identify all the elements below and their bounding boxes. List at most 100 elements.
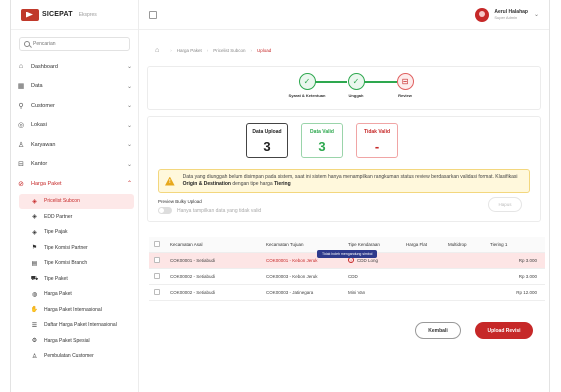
sidebar-subitem-tipe-komisi-branch[interactable]: ▤ Tipe Komisi Branch (11, 256, 138, 272)
sidebar-item-kantor[interactable]: ⊟ Kantor ⌄ (11, 155, 138, 175)
column-header[interactable]: Harga Flat (403, 237, 445, 253)
sidebar-item-label: Dashboard (31, 63, 58, 70)
list-icon: ☰ (31, 322, 38, 329)
step-label: Syarat & Ketentuan (288, 93, 326, 98)
sidebar-item-lokasi[interactable]: ◎ Lokasi ⌄ (11, 116, 138, 136)
cell-tiering: Rp 3.000 (487, 268, 545, 285)
alert-text-part: dengan tipe harga (230, 181, 275, 187)
brand-sub: Ekspres (78, 11, 97, 18)
checkbox[interactable] (154, 288, 160, 295)
sidebar-subitem-daftar-harga-paket-internasional[interactable]: ☰ Daftar Harga Paket Internasional (11, 318, 138, 334)
sidebar-subitem-label: Daftar Harga Paket Internasional (44, 322, 117, 329)
step-label: Review (398, 93, 412, 98)
table-row[interactable]: COK00002 - Setiabudi COK00003 - Jatinega… (149, 284, 545, 301)
sidebar-item-harga-paket[interactable]: ⊘ Harga Paket ⌃ (11, 174, 138, 194)
row-checkbox-cell[interactable] (149, 268, 167, 285)
sidebar-subitem-harga-paket[interactable]: ◍ Harga Paket (11, 287, 138, 303)
search-box[interactable] (19, 37, 130, 51)
price-tag-icon: ◈ (32, 214, 37, 221)
sidebar-item-customer[interactable]: ⚲ Customer ⌄ (11, 96, 138, 116)
avatar[interactable] (475, 7, 490, 22)
warning-icon (165, 177, 175, 186)
cell-asal: COK00002 - Setiabudi (167, 268, 263, 285)
price-tag-icon: ◈ (32, 229, 37, 236)
sidebar-subitem-label: Tipe Paket (44, 275, 68, 282)
users-icon: ♙ (17, 141, 25, 149)
user-menu[interactable]: Aerul Halahap Super Admin ⌄ (475, 7, 539, 22)
cell-tiering: Rp 12.000 (487, 284, 545, 301)
sidebar-subitem-label: Tipe Pajak (44, 229, 68, 236)
chevron-down-icon: ⌄ (126, 161, 132, 168)
stat-title: Data Valid (310, 129, 334, 135)
table-row[interactable]: COK00002 - Setiabudi COK00003 - Kebon Je… (149, 268, 545, 285)
office-icon: ⊟ (18, 161, 24, 169)
chevron-down-icon: ⌄ (126, 142, 132, 149)
column-header[interactable]: Tiering 1 (487, 237, 545, 253)
sidebar-subitem-tipe-komisi-partner[interactable]: ⚑ Tipe Komisi Partner (11, 240, 138, 256)
invalid-filter-toggle[interactable] (158, 207, 172, 214)
invalid-filter-toggle-row: Hanya tampilkan data yang tidak valid (158, 207, 261, 214)
sidebar-subitem-tipe-pajak[interactable]: ◈ Tipe Pajak (11, 225, 138, 241)
checkbox[interactable] (154, 240, 160, 247)
column-header[interactable]: Kecamatan Asal (167, 237, 263, 253)
gear-icon: ⚙ (31, 338, 38, 345)
select-all-checkbox[interactable] (149, 237, 167, 253)
checkbox[interactable] (154, 256, 160, 263)
topbar: Aerul Halahap Super Admin ⌄ (139, 0, 549, 30)
sidebar-subitem-label: Tipe Komisi Partner (44, 244, 88, 251)
alert-bold-tiering: Tiering (274, 181, 291, 187)
breadcrumb-current: Upload (257, 47, 272, 53)
cell-kendaraan-text: CDD Long (357, 258, 379, 263)
sidebar-item-label: Data (31, 83, 43, 90)
sidebar-subitem-pembulatan-customer[interactable]: ♙ Pembulatan Customer (11, 349, 138, 365)
user-info: Aerul Halahap Super Admin (494, 9, 528, 20)
column-header[interactable]: Multidrop (445, 237, 487, 253)
sidebar-subitem-harga-paket-spesial[interactable]: ⚙ Harga Paket Spesial (11, 333, 138, 349)
preview-title: Preview Bulky Upload (158, 199, 202, 204)
cell-kendaraan: CDD (345, 268, 403, 285)
app-window: SICEPAT Ekspres ⌂ Dashboard ⌄ ▦ Data ⌄ ⚲… (10, 0, 550, 392)
sidebar-subitem-label: Tipe Komisi Branch (44, 260, 88, 267)
price-tag-icon: ◈ (32, 198, 37, 205)
sidebar-item-label: Kantor (31, 161, 48, 168)
cell-asal: COK00001 - Setiabudi (167, 252, 263, 269)
stat-title: Tidak Valid (363, 129, 391, 135)
sidebar-subitem-harga-paket-internasional[interactable]: ✋ Harga Paket Internasional (11, 302, 138, 318)
cell-tujuan: COK00003 - Jatinegara (263, 284, 345, 301)
home-icon[interactable]: ⌂ (155, 47, 159, 54)
coin-icon: ◍ (31, 291, 38, 298)
cell-asal: COK00002 - Setiabudi (167, 284, 263, 301)
upload-revision-button[interactable]: Upload Revisi (475, 322, 533, 339)
chevron-down-icon[interactable]: ⌄ (534, 11, 539, 18)
truck-icon: ⛟ (30, 275, 39, 282)
search-input[interactable] (33, 41, 123, 47)
back-button[interactable]: Kembali (415, 322, 461, 339)
breadcrumb-item[interactable]: Pricelist Subcon (213, 48, 245, 53)
alert-text-part: Data yang diunggah belum disimpan pada s… (182, 174, 518, 180)
sidebar-subitem-tipe-paket[interactable]: ⛟ Tipe Paket (11, 271, 138, 287)
sidebar-subitem-label: Harga Paket Internasional (44, 306, 102, 313)
cell-multidrop (445, 284, 487, 301)
sidebar-subitem-pricelist-subcon[interactable]: ◈ Pricelist Subcon (19, 193, 134, 209)
user-plus-icon: ⚲ (18, 102, 24, 110)
sidebar-item-karyawan[interactable]: ♙ Karyawan ⌄ (11, 135, 138, 155)
row-checkbox-cell[interactable] (149, 284, 167, 301)
sidebar-toggle-icon[interactable] (149, 10, 157, 19)
delete-button[interactable]: Hapus (488, 197, 522, 212)
document-icon: ⊟ (396, 73, 414, 90)
summary-panel: Data Upload 3 Data Valid 3 Tidak Valid -… (147, 116, 541, 222)
step-syarat-ketentuan: ✓ Syarat & Ketentuan (282, 73, 332, 98)
sidebar-item-label: Karyawan (31, 141, 56, 148)
sidebar-subitem-edd-partner[interactable]: ◈ EDD Partner (11, 209, 138, 225)
breadcrumb-item[interactable]: Harga Paket (177, 48, 202, 53)
stat-value: 3 (263, 139, 271, 154)
step-unggah: ✓ Unggah (331, 73, 381, 98)
checkbox[interactable] (154, 272, 160, 279)
sidebar-item-data[interactable]: ▦ Data ⌄ (11, 77, 138, 97)
row-checkbox-cell[interactable] (149, 252, 167, 269)
cell-flat (403, 268, 445, 285)
breadcrumb-separator: › (206, 47, 209, 53)
cell-multidrop (445, 268, 487, 285)
sidebar-item-dashboard[interactable]: ⌂ Dashboard ⌄ (11, 57, 138, 77)
home-icon: ⌂ (18, 63, 24, 71)
